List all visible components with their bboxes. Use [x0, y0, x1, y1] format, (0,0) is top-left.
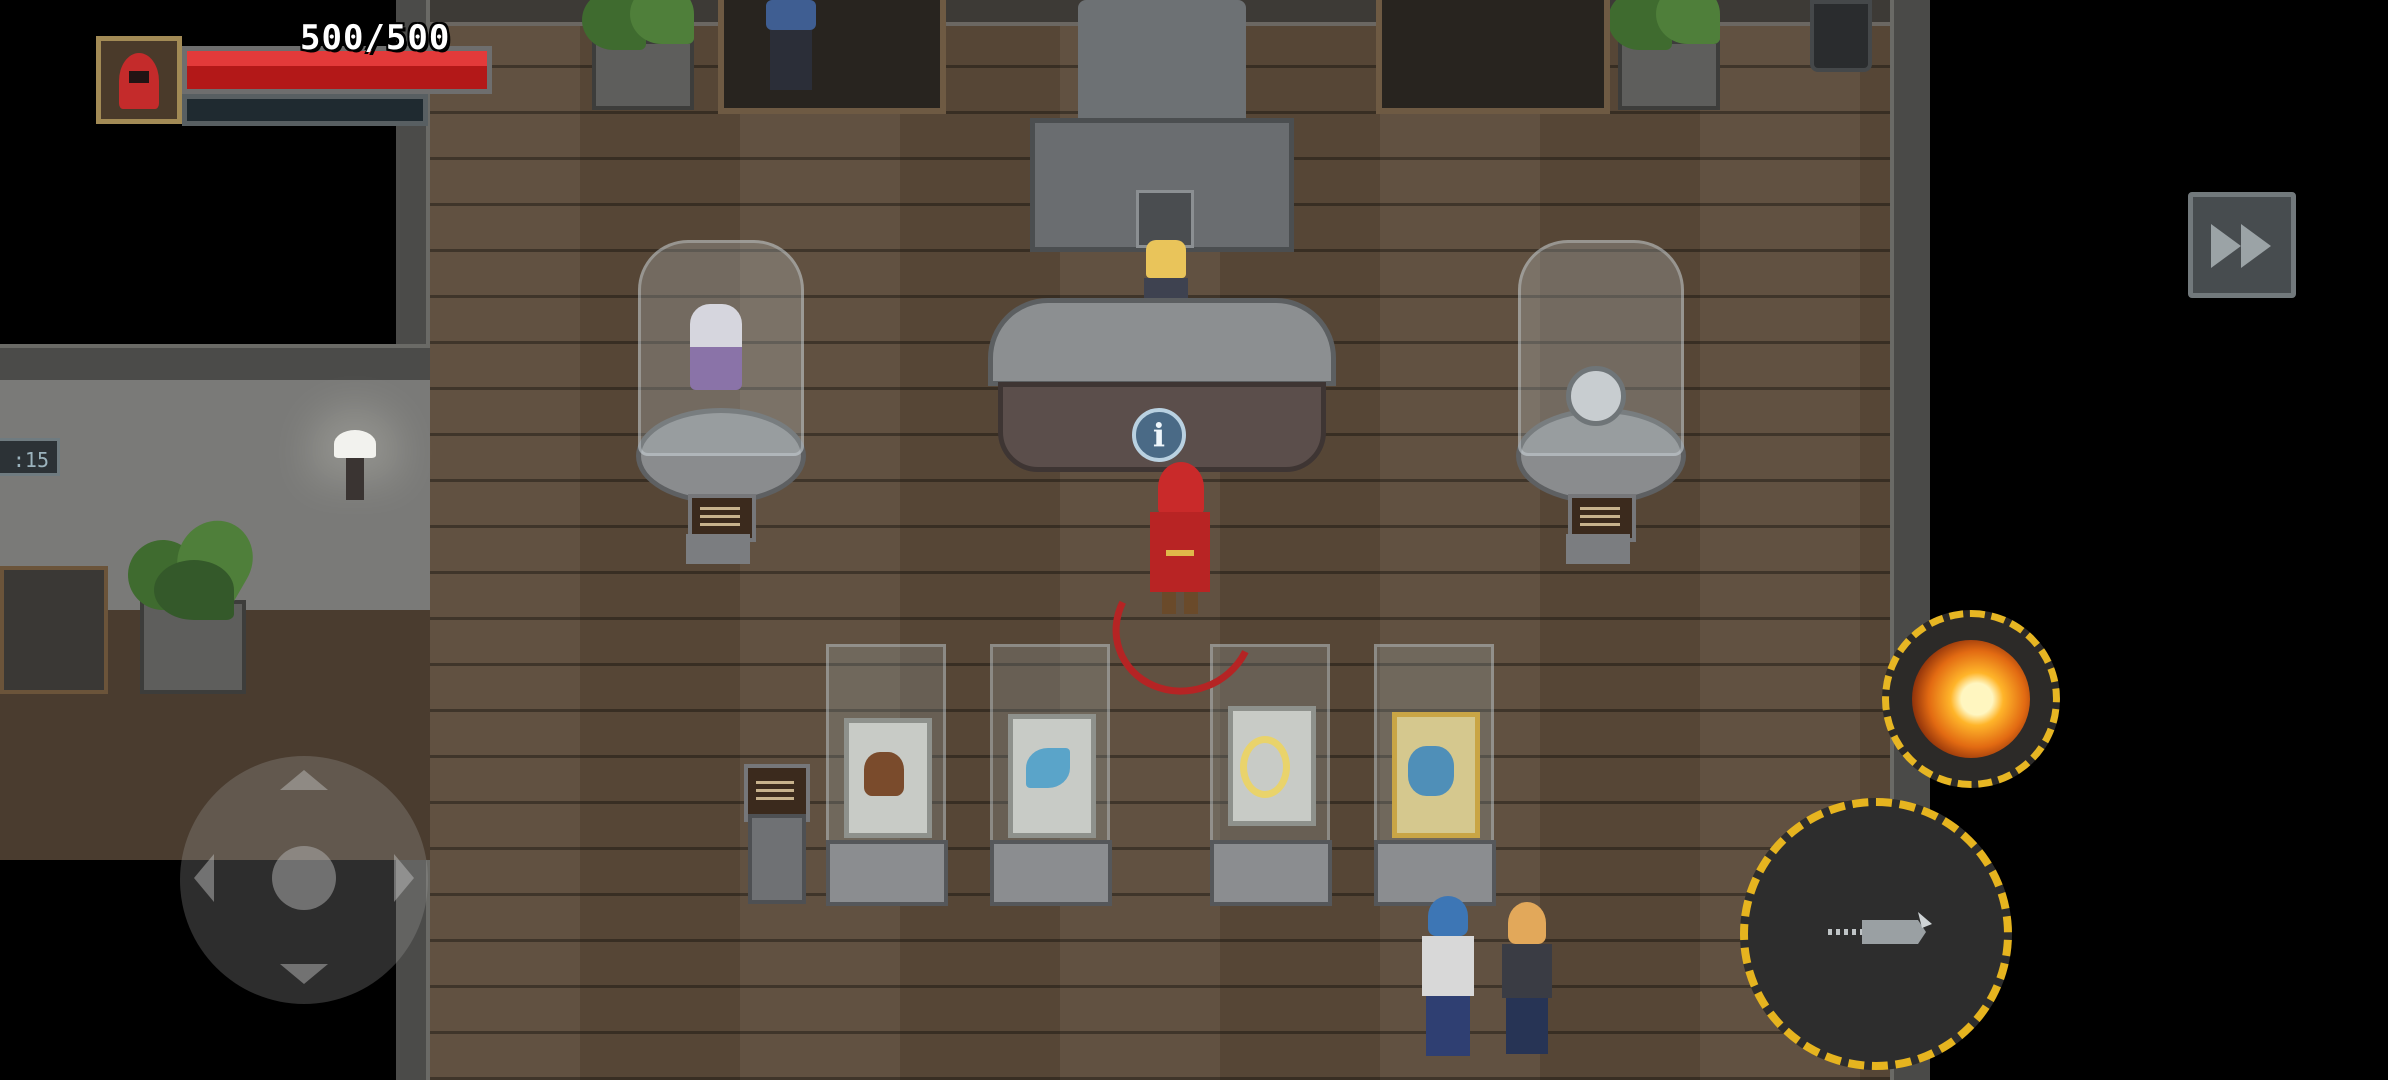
- frost-bird-relic-icon: [1026, 748, 1070, 788]
- pedestal-right: [1514, 240, 1690, 570]
- fast-forward-button[interactable]: [2188, 192, 2296, 298]
- info-icon[interactable]: i: [1132, 408, 1186, 462]
- trash-bin: [1810, 0, 1872, 72]
- player-portrait: [96, 36, 182, 124]
- side-corridor-wall: [0, 344, 430, 384]
- potted-plant-top-left: [582, 0, 702, 110]
- orb-relic-icon: [1566, 366, 1626, 426]
- blue-fist-relic-icon: [1408, 746, 1454, 796]
- wall-clock: :15: [0, 438, 60, 476]
- wall-painting-left: [718, 0, 946, 114]
- wall-lamp-base: [346, 458, 364, 500]
- health-text: 500/500: [300, 18, 451, 58]
- wall-lamp: [334, 430, 376, 458]
- side-bench: [0, 566, 108, 694]
- display-case-4[interactable]: [1374, 644, 1496, 906]
- dpad-up-arrow: [280, 770, 328, 790]
- display-case-1[interactable]: [826, 644, 948, 906]
- armor-relic-icon: [690, 304, 742, 390]
- wall-painting-right: [1376, 0, 1610, 114]
- slash-attack-icon: [1828, 912, 1932, 944]
- potted-plant-side: [118, 506, 268, 694]
- fire-dash-skill-icon: [1912, 640, 2030, 758]
- joystick-knob[interactable]: [272, 846, 336, 910]
- dpad-left-arrow: [194, 854, 214, 902]
- pedestal-left: [634, 240, 810, 570]
- golden-rings-relic-icon: [1240, 736, 1290, 798]
- dpad-right-arrow: [394, 854, 414, 902]
- npc-visitor-blonde[interactable]: [1496, 902, 1562, 1062]
- gauntlets-relic-icon: [864, 752, 904, 796]
- mana-bar: [182, 94, 428, 126]
- potted-plant-top-right: [1608, 0, 1728, 110]
- fast-forward-icon: [2211, 224, 2241, 268]
- hero-statue: [1030, 0, 1294, 252]
- npc-visitor-top: [756, 0, 826, 100]
- display-case-3[interactable]: [1210, 644, 1332, 906]
- dpad-down-arrow: [280, 964, 328, 984]
- display-case-2[interactable]: [990, 644, 1112, 906]
- info-plaque[interactable]: [744, 764, 810, 904]
- npc-visitor-blue-hair[interactable]: [1416, 896, 1486, 1066]
